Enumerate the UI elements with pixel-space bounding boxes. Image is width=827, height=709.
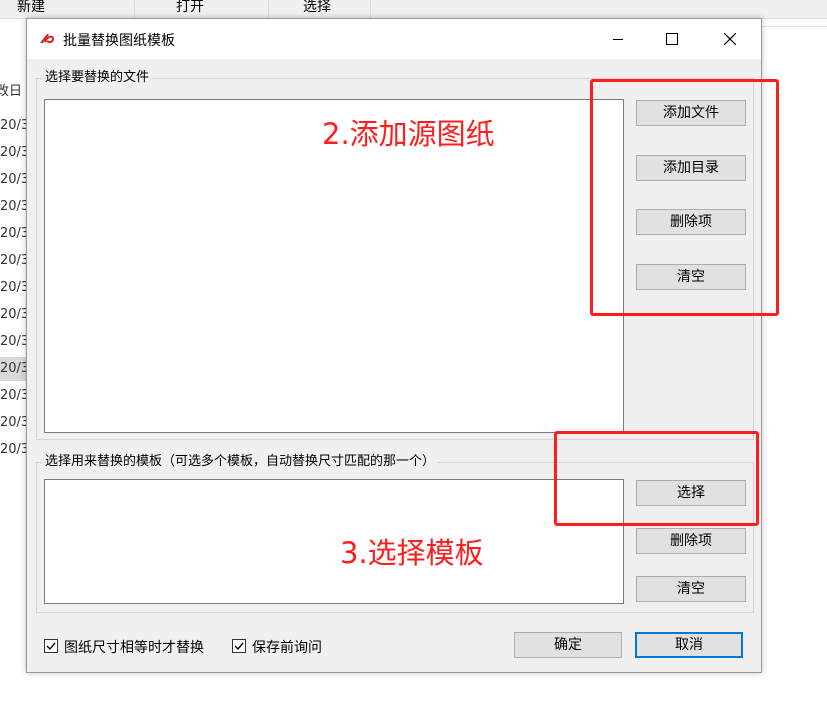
maximize-button[interactable]	[649, 19, 695, 59]
row-date-fragment: 20/3	[0, 442, 30, 457]
row-date-fragment: 20/3	[0, 388, 30, 403]
new-menu[interactable]: 新建	[17, 0, 45, 16]
checkbox-box[interactable]	[44, 639, 58, 653]
dialog-title: 批量替换图纸模板	[63, 33, 175, 49]
replace-only-equal-size-label: 图纸尺寸相等时才替换	[64, 640, 204, 656]
checkmark-icon	[46, 642, 56, 651]
files-group-label: 选择要替换的文件	[43, 70, 152, 86]
column-header-fragment: 改日	[0, 84, 23, 99]
checkmark-icon	[234, 642, 244, 651]
close-icon	[724, 33, 736, 45]
row-date-fragment: 20/3	[0, 226, 30, 241]
row-date-fragment: 20/3	[0, 199, 30, 214]
annotation-step2-text: 2.添加源图纸	[322, 117, 495, 151]
row-date-fragment: 20/3	[0, 253, 30, 268]
ok-button[interactable]: 确定	[514, 632, 622, 658]
annotation-step3-text: 3.选择模板	[340, 536, 484, 570]
row-date-fragment: 20/3	[0, 361, 30, 376]
minimize-button[interactable]	[595, 19, 641, 59]
row-date-fragment: 20/3	[0, 145, 30, 160]
open-menu[interactable]: 打开	[176, 0, 204, 16]
close-button[interactable]	[707, 19, 753, 59]
cancel-button[interactable]: 取消	[635, 632, 743, 658]
row-date-fragment: 20/3	[0, 307, 30, 322]
row-date-fragment: 20/3	[0, 280, 30, 295]
row-date-fragment: 20/3	[0, 118, 30, 133]
select-menu[interactable]: 选择	[303, 0, 331, 16]
app-logo-icon	[40, 34, 55, 44]
row-date-fragment: 20/3	[0, 415, 30, 430]
checkbox-box[interactable]	[232, 639, 246, 653]
row-date-fragment: 20/3	[0, 334, 30, 349]
maximize-icon	[666, 33, 678, 45]
annotation-box-select-button	[554, 431, 759, 526]
minimize-icon	[613, 39, 623, 40]
ask-before-save-label: 保存前询问	[252, 640, 322, 656]
remove-template-item-button[interactable]: 删除项	[636, 528, 746, 554]
templates-list[interactable]	[44, 479, 624, 604]
row-date-fragment: 20/3	[0, 172, 30, 187]
clear-templates-button[interactable]: 清空	[636, 576, 746, 602]
background-toolbar: 新建 打开 选择	[0, 0, 827, 19]
annotation-box-add-buttons	[590, 79, 779, 316]
template-group-label: 选择用来替换的模板（可选多个模板，自动替换尺寸匹配的那一个）	[43, 454, 438, 470]
dialog-titlebar[interactable]: 批量替换图纸模板	[27, 19, 761, 59]
